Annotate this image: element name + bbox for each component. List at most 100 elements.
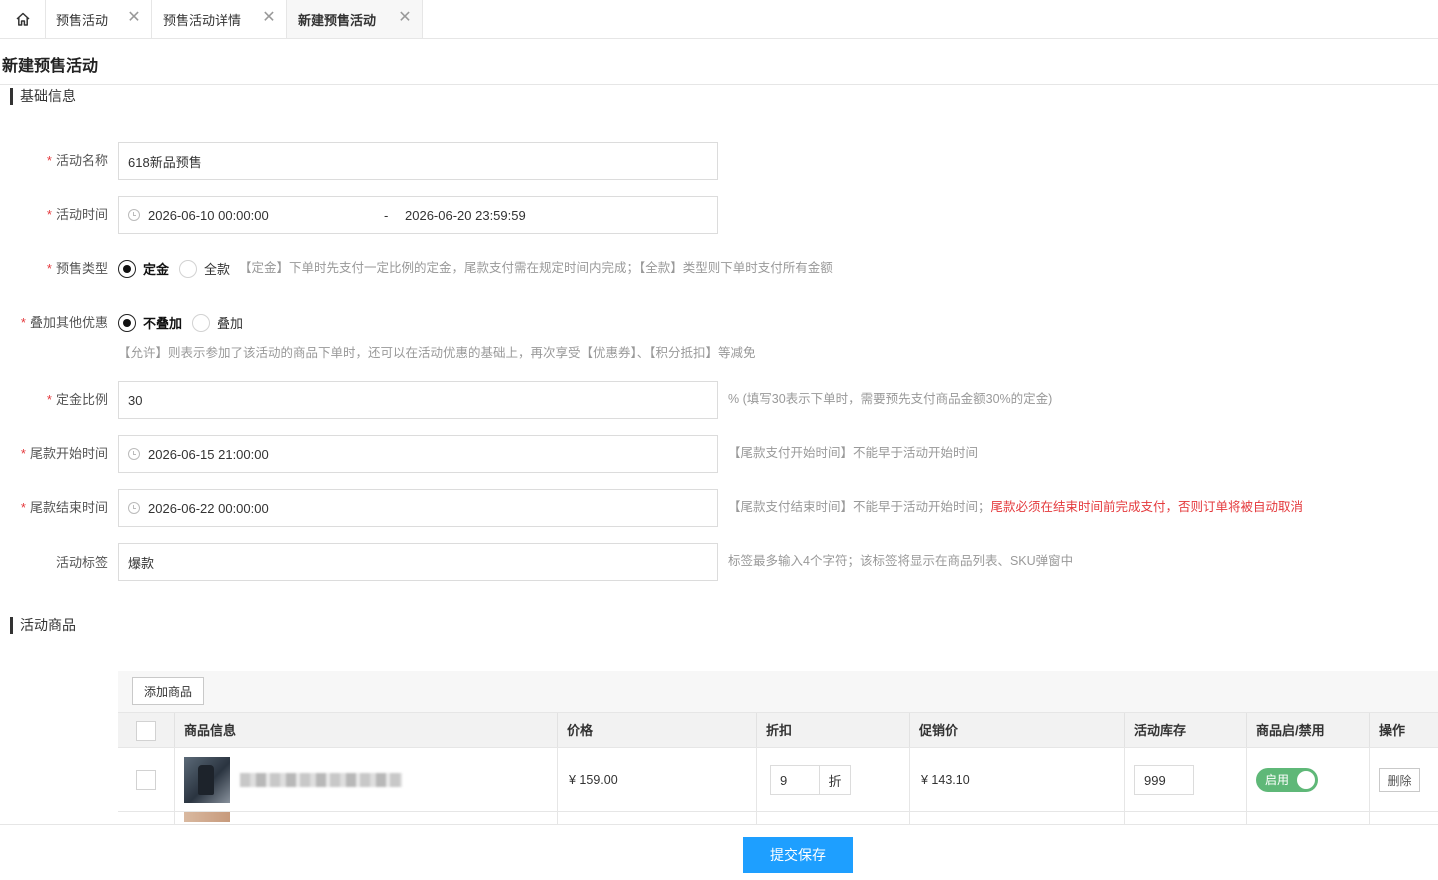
deposit-ratio-input[interactable]: 30	[118, 381, 718, 419]
label-text: 尾款结束时间	[29, 500, 108, 515]
activity-tag-input[interactable]: 爆款	[118, 543, 718, 581]
radio-icon	[118, 313, 136, 332]
close-icon[interactable]: ✕	[398, 10, 412, 26]
start-time: 2026-06-10 00:00:00	[148, 207, 269, 223]
final-end-hint: 【尾款支付结束时间】不能早于活动开始时间；尾款必须在结束时间前完成支付，否则订单…	[728, 498, 1303, 516]
warning-text: 尾款必须在结束时间前完成支付，否则订单将被自动取消	[990, 500, 1304, 514]
tab-presale-detail[interactable]: 预售活动详情 ✕	[152, 0, 287, 38]
activity-name-label: * 活动名称	[0, 152, 108, 170]
stock-cell: 999	[1125, 748, 1247, 812]
price-cell: ¥ 159.00	[558, 748, 757, 812]
table-row: ¥ 159.00 9 折 ¥ 143.10 999 启用 删除	[118, 747, 1438, 812]
radio-icon	[192, 313, 210, 332]
enable-toggle[interactable]: 启用	[1256, 768, 1318, 792]
stack-discount-hint: 【允许】则表示参加了该活动的商品下单时，还可以在活动优惠的基础上，再次享受【优惠…	[118, 346, 756, 360]
tab-bar: 预售活动 ✕ 预售活动详情 ✕ 新建预售活动 ✕	[0, 0, 1438, 39]
section-products: 活动商品	[10, 617, 76, 634]
product-thumbnail	[184, 757, 230, 803]
radio-no-stack[interactable]: 不叠加	[118, 313, 182, 332]
label-text: 定金比例	[55, 392, 108, 407]
product-name-blurred	[240, 773, 402, 787]
required-mark: *	[20, 500, 26, 515]
delete-button[interactable]: 删除	[1379, 768, 1420, 792]
tab-label: 预售活动	[56, 12, 109, 28]
discount-input[interactable]: 9	[770, 765, 820, 795]
col-activity-stock: 活动库存	[1125, 713, 1247, 748]
activity-tag-hint: 标签最多输入4个字符；该标签将显示在商品列表、SKU弹窗中	[728, 554, 1074, 568]
footer-bar: 提交保存	[0, 824, 1438, 880]
presale-type-label: * 预售类型	[0, 260, 108, 278]
activity-time-label: * 活动时间	[0, 206, 108, 224]
row-checkbox-cell	[118, 748, 175, 812]
tab-label: 预售活动详情	[163, 12, 242, 28]
toggle-cell: 启用	[1247, 748, 1370, 812]
end-time: 2026-06-20 23:59:59	[405, 207, 526, 223]
tab-new-presale[interactable]: 新建预售活动 ✕	[287, 0, 423, 38]
input-value: 618新品预售	[128, 154, 202, 170]
label-text: 活动名称	[55, 153, 108, 168]
close-icon[interactable]: ✕	[262, 10, 276, 26]
activity-time-range-input[interactable]: 2026-06-10 00:00:00 - 2026-06-20 23:59:5…	[118, 196, 718, 234]
product-info-cell	[175, 748, 558, 812]
toggle-label: 启用	[1265, 773, 1290, 787]
label-text: 活动时间	[55, 207, 108, 222]
col-enable-toggle: 商品启/禁用	[1247, 713, 1370, 748]
discount-input-group: 9 折	[770, 765, 851, 795]
stack-discount-label: * 叠加其他优惠	[0, 314, 108, 332]
label-text: 预售类型	[55, 261, 108, 276]
close-icon[interactable]: ✕	[127, 10, 141, 26]
radio-label: 叠加	[217, 316, 244, 331]
input-value: 2026-06-22 00:00:00	[148, 500, 269, 516]
input-value: 30	[128, 392, 143, 408]
stock-input[interactable]: 999	[1134, 765, 1194, 795]
final-start-hint: 【尾款支付开始时间】不能早于活动开始时间	[728, 446, 979, 460]
range-separator: -	[384, 207, 389, 223]
tab-presale-list[interactable]: 预售活动 ✕	[45, 0, 152, 38]
page-title: 新建预售活动	[2, 58, 99, 75]
radio-full-payment[interactable]: 全款	[179, 259, 230, 278]
col-discount: 折扣	[757, 713, 910, 748]
radio-icon	[118, 259, 136, 278]
tab-home[interactable]	[0, 0, 46, 38]
final-end-label: * 尾款结束时间	[0, 499, 108, 517]
final-end-time-input[interactable]: 2026-06-22 00:00:00	[118, 489, 718, 527]
final-start-time-input[interactable]: 2026-06-15 21:00:00	[118, 435, 718, 473]
col-actions: 操作	[1379, 723, 1406, 738]
radio-stack[interactable]: 叠加	[192, 313, 243, 332]
toggle-knob	[1297, 771, 1315, 789]
deposit-ratio-label: * 定金比例	[0, 391, 108, 409]
clock-icon	[128, 448, 140, 460]
clock-icon	[128, 502, 140, 514]
submit-save-button[interactable]: 提交保存	[743, 837, 853, 873]
label-text: 活动标签	[55, 555, 108, 570]
input-value: 爆款	[128, 555, 155, 571]
radio-icon	[179, 259, 197, 278]
radio-deposit[interactable]: 定金	[118, 259, 169, 278]
col-product-info: 商品信息	[175, 713, 558, 748]
label-text: 尾款开始时间	[29, 446, 108, 461]
hint-text: 【尾款支付结束时间】不能早于活动开始时间；	[728, 500, 991, 514]
radio-label: 不叠加	[143, 316, 183, 331]
final-start-label: * 尾款开始时间	[0, 445, 108, 463]
col-price: 价格	[558, 713, 757, 748]
select-all-checkbox[interactable]	[136, 720, 156, 741]
product-table: 添加商品 商品信息 价格 折扣 促销价 活动库存 商品启/禁用 操作 ¥ 159…	[118, 671, 1438, 832]
add-product-button[interactable]: 添加商品	[132, 677, 204, 705]
input-value: 2026-06-15 21:00:00	[148, 446, 269, 462]
required-mark: *	[20, 315, 26, 330]
clock-icon	[128, 209, 140, 221]
radio-label: 全款	[204, 262, 231, 277]
divider	[0, 84, 1438, 85]
header-checkbox-cell	[118, 713, 175, 748]
radio-label: 定金	[143, 262, 170, 277]
tab-label: 新建预售活动	[298, 12, 377, 28]
table-header: 商品信息 价格 折扣 促销价 活动库存 商品启/禁用 操作	[118, 712, 1438, 748]
row-checkbox[interactable]	[136, 770, 156, 790]
activity-tag-label: 活动标签	[0, 554, 108, 572]
presale-type-hint: 【定金】下单时先支付一定比例的定金，尾款支付需在规定时间内完成；【全款】类型则下…	[239, 261, 833, 275]
required-mark: *	[46, 153, 52, 168]
required-mark: *	[46, 207, 52, 222]
activity-name-input[interactable]: 618新品预售	[118, 142, 718, 180]
product-thumbnail	[184, 812, 230, 822]
label-text: 叠加其他优惠	[29, 315, 108, 330]
